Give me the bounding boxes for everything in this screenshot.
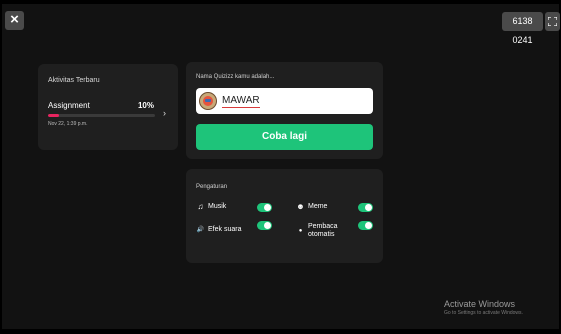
settings-card: Pengaturan ♫ Musik ☻ Meme 🔊 Efek suara ●… xyxy=(186,169,383,263)
auto-reader-toggle[interactable] xyxy=(358,221,373,230)
name-card: Nama Quizizz kamu adalah... MAWAR Coba l… xyxy=(186,62,383,159)
recent-activity-title: Aktivitas Terbaru xyxy=(48,77,100,84)
music-toggle[interactable] xyxy=(257,203,272,212)
close-icon: × xyxy=(10,11,19,28)
assignment-percent: 10% xyxy=(137,101,154,110)
fullscreen-icon xyxy=(548,17,557,26)
name-prompt: Nama Quizizz kamu adalah... xyxy=(196,74,275,80)
watermark-title: Activate Windows xyxy=(444,299,516,309)
retry-button[interactable]: Coba lagi xyxy=(196,124,373,150)
setting-auto-reader: ● Pembaca otomatis xyxy=(296,223,350,239)
name-field[interactable]: MAWAR xyxy=(196,88,373,114)
setting-sound-effects-label: Efek suara xyxy=(208,226,242,233)
meme-toggle[interactable] xyxy=(358,203,373,212)
speech-bubble-icon: ● xyxy=(298,228,303,234)
setting-meme-label: Meme xyxy=(308,203,328,210)
game-screen: × 6138 0241 Aktivitas Terbaru Assignment… xyxy=(2,4,560,329)
chevron-right-icon[interactable]: › xyxy=(163,108,166,118)
fullscreen-button[interactable] xyxy=(545,12,560,31)
setting-music-label: Musik xyxy=(208,203,227,210)
avatar xyxy=(199,92,217,110)
meme-icon: ☻ xyxy=(296,202,305,211)
setting-sound-effects: 🔊 Efek suara xyxy=(196,226,242,233)
close-button[interactable]: × xyxy=(5,11,24,30)
game-code-badge: 6138 0241 xyxy=(502,12,543,45)
setting-music: ♫ Musik xyxy=(196,202,227,211)
frame: × 6138 0241 Aktivitas Terbaru Assignment… xyxy=(0,0,561,334)
settings-title: Pengaturan xyxy=(196,184,228,190)
name-value: MAWAR xyxy=(222,95,260,108)
setting-meme: ☻ Meme xyxy=(296,202,327,211)
recent-activity-card[interactable]: Aktivitas Terbaru Assignment 10% Nov 22,… xyxy=(38,64,178,150)
windows-activation-watermark: Activate Windows Go to Settings to activ… xyxy=(444,299,523,316)
assignment-progress-bar xyxy=(48,114,155,117)
speaker-icon: 🔊 xyxy=(196,227,205,233)
assignment-label: Assignment xyxy=(48,101,90,110)
watermark-subtitle: Go to Settings to activate Windows. xyxy=(444,310,523,316)
assignment-progress-fill xyxy=(48,114,59,117)
setting-auto-reader-label: Pembaca otomatis xyxy=(308,223,338,238)
music-icon: ♫ xyxy=(197,202,204,211)
assignment-date: Nov 22, 1:39 p.m. xyxy=(48,121,88,127)
sound-effects-toggle[interactable] xyxy=(257,221,272,230)
